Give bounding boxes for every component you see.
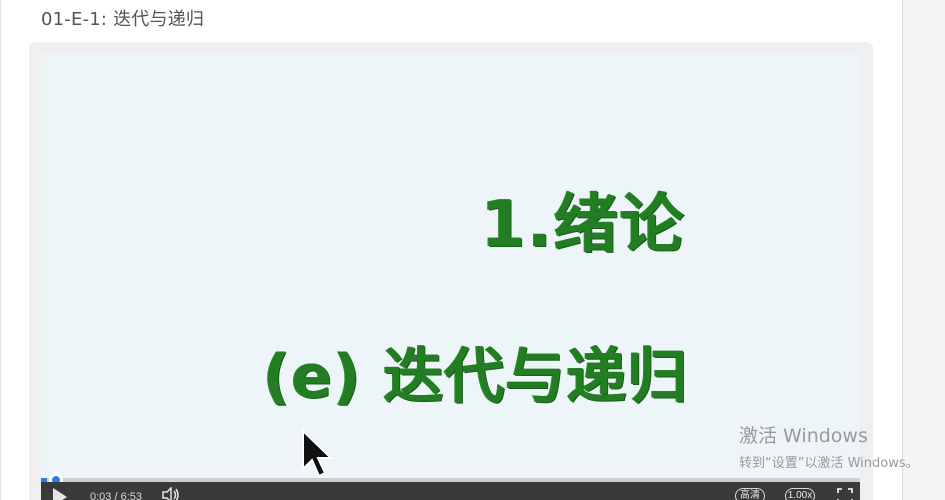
- watermark-title: 激活 Windows: [739, 425, 868, 447]
- slide-title: 1.绪论: [481, 188, 686, 262]
- cursor-arrow-icon: [302, 429, 334, 478]
- fullscreen-icon[interactable]: [837, 488, 853, 500]
- slide-subtitle: (e) 迭代与递归: [263, 342, 689, 412]
- page: 01-E-1: 迭代与递归 1.绪论 (e) 迭代与递归 0:03 / 6:53…: [0, 0, 945, 500]
- watermark-subtitle: 转到“设置”以激活 Windows。: [739, 456, 919, 471]
- time-display: 0:03 / 6:53: [90, 491, 142, 500]
- speed-button[interactable]: 1.00x: [785, 488, 815, 500]
- player-controls: 0:03 / 6:53 高清 1.00x: [41, 482, 860, 500]
- video-frame[interactable]: 1.绪论 (e) 迭代与递归: [41, 53, 860, 478]
- quality-button[interactable]: 高清: [735, 488, 765, 500]
- volume-icon[interactable]: [161, 487, 181, 500]
- lesson-title: 01-E-1: 迭代与递归: [41, 9, 205, 30]
- left-border: [0, 0, 1, 500]
- windows-activation-watermark: 激活 Windows 转到“设置”以激活 Windows。: [739, 421, 919, 471]
- play-icon[interactable]: [53, 488, 67, 500]
